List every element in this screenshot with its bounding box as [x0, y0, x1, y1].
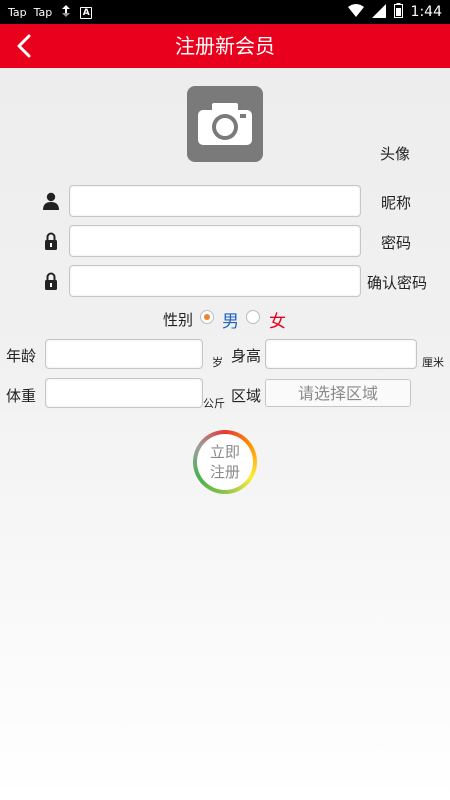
age-label: 年龄: [6, 347, 37, 365]
user-icon: [41, 190, 61, 212]
signal-icon: [371, 3, 386, 21]
register-button[interactable]: 立即 注册: [193, 430, 257, 494]
nickname-field[interactable]: [69, 185, 361, 217]
height-field[interactable]: [265, 339, 417, 369]
tap-app-label-1: Tap: [8, 6, 27, 19]
password-field[interactable]: [69, 225, 361, 257]
password-label: 密码: [381, 234, 412, 252]
avatar-upload-button[interactable]: [187, 86, 263, 162]
tap-app-label-2: Tap: [33, 6, 53, 19]
confirm-password-label: 确认密码: [367, 274, 428, 292]
region-select-button[interactable]: 请选择区域: [265, 379, 411, 407]
nickname-input[interactable]: [70, 186, 360, 216]
gender-male-radio[interactable]: [200, 310, 214, 324]
sync-icon: [59, 4, 73, 21]
confirm-password-input[interactable]: [70, 266, 360, 296]
region-label: 区域: [231, 387, 262, 405]
gender-label: 性别: [163, 311, 194, 329]
register-button-line2: 注册: [209, 463, 240, 481]
title-bar: 注册新会员: [0, 24, 450, 68]
register-button-face[interactable]: 立即 注册: [197, 434, 253, 490]
weight-input[interactable]: [46, 379, 202, 407]
nickname-label: 昵称: [381, 194, 412, 212]
page-title: 注册新会员: [175, 34, 275, 58]
camera-icon: [198, 103, 252, 145]
age-unit: 岁: [212, 356, 223, 369]
gender-female-radio[interactable]: [246, 310, 260, 324]
height-input[interactable]: [266, 340, 416, 368]
age-input[interactable]: [46, 340, 202, 368]
wifi-icon: [347, 3, 364, 21]
gender-female-label[interactable]: 女: [269, 307, 286, 332]
a-box-icon: A: [80, 6, 93, 19]
status-bar: Tap Tap A 1:44: [0, 0, 450, 24]
confirm-password-field[interactable]: [69, 265, 361, 297]
clock-time: 1:44: [410, 4, 442, 20]
gender-male-label[interactable]: 男: [222, 307, 239, 332]
lock-icon: [41, 230, 61, 252]
password-input[interactable]: [70, 226, 360, 256]
height-label: 身高: [231, 347, 262, 365]
height-unit: 厘米: [422, 356, 444, 369]
weight-unit: 公斤: [203, 397, 225, 410]
register-button-line1: 立即: [209, 443, 240, 461]
weight-field[interactable]: [45, 378, 203, 408]
weight-label: 体重: [6, 387, 37, 405]
age-field[interactable]: [45, 339, 203, 369]
battery-icon: [393, 3, 403, 21]
avatar-label: 头像: [380, 145, 411, 163]
lock-icon: [41, 270, 61, 292]
